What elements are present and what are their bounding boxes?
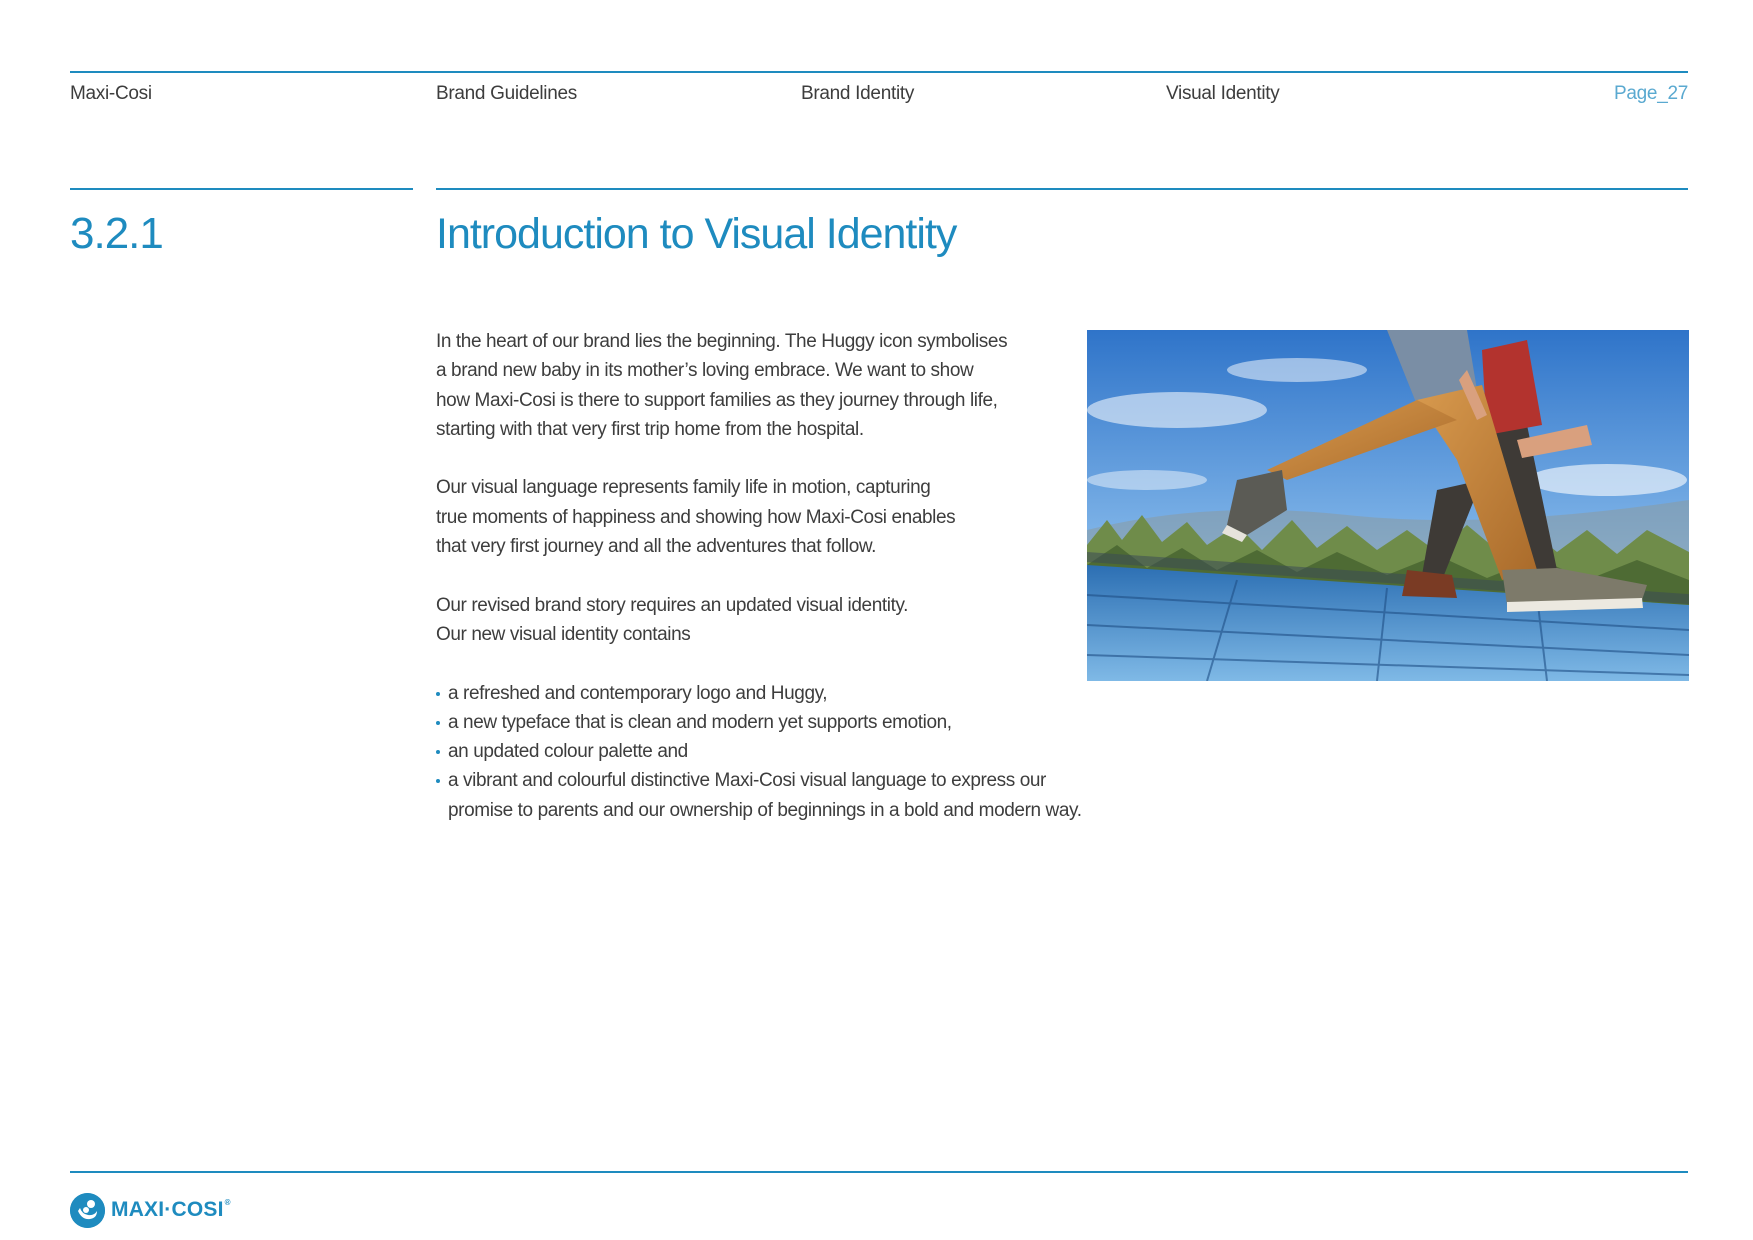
list-item: an updated colour palette and [436,737,1096,766]
header-chapter: Brand Identity [801,83,915,104]
page-number: Page_27 [1614,83,1688,104]
bullet-icon [436,691,440,696]
logo-wordmark-text: MAXI·COSI [111,1198,224,1221]
list-item-text: a vibrant and colourful distinctive Maxi… [448,770,1082,821]
footer-rule [70,1171,1688,1173]
list-item-text: a new typeface that is clean and modern … [448,711,952,733]
list-item: a vibrant and colourful distinctive Maxi… [436,766,1096,825]
header-guide: Brand Guidelines [436,83,577,104]
list-item: a new typeface that is clean and modern … [436,708,1096,737]
page-title: Introduction to Visual Identity [436,210,957,258]
logo-wordmark: MAXI·COSI® [111,1198,231,1222]
maxi-cosi-logo: MAXI·COSI® [70,1192,231,1228]
header-rule [70,71,1688,73]
feature-list: a refreshed and contemporary logo and Hu… [436,679,1096,825]
body-paragraph: Our visual language represents family li… [436,477,956,558]
section-number-rule [70,188,413,190]
body-paragraph: Our revised brand story requires an upda… [436,594,909,645]
list-item-text: a refreshed and contemporary logo and Hu… [448,682,828,704]
huggy-icon [70,1192,105,1228]
bullet-icon [436,750,440,755]
list-item: a refreshed and contemporary logo and Hu… [436,679,1096,708]
body-paragraph: In the heart of our brand lies the begin… [436,331,1008,440]
registered-mark: ® [224,1198,231,1207]
family-walking-photo [1087,330,1689,681]
bullet-icon [436,720,440,725]
header-section: Visual Identity [1166,83,1280,104]
section-number: 3.2.1 [70,209,164,258]
body-text: In the heart of our brand lies the begin… [436,327,1096,825]
section-title-rule [436,188,1688,190]
bullet-icon [436,779,440,784]
list-item-text: an updated colour palette and [448,741,688,763]
header-brand: Maxi-Cosi [70,83,152,104]
